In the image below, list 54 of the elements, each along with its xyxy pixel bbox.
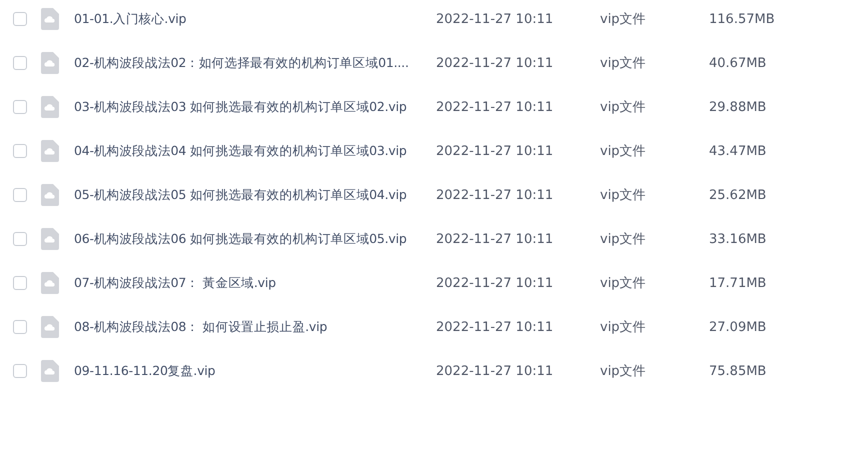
checkbox[interactable] bbox=[13, 276, 27, 290]
file-icon bbox=[41, 228, 59, 250]
file-size: 116.57MB bbox=[709, 12, 775, 26]
file-name[interactable]: 04-机构波段战法04 如何挑选最有效的机构订单区域03.vip bbox=[74, 142, 436, 160]
checkbox[interactable] bbox=[13, 232, 27, 246]
file-size: 75.85MB bbox=[709, 364, 766, 378]
file-icon bbox=[41, 316, 59, 338]
file-type: vip文件 bbox=[600, 11, 647, 28]
file-type: vip文件 bbox=[600, 55, 647, 72]
modified-date: 2022-11-27 10:11 bbox=[436, 364, 554, 378]
file-size: 29.88MB bbox=[709, 100, 766, 114]
file-icon bbox=[41, 360, 59, 382]
file-type: vip文件 bbox=[600, 187, 647, 204]
file-name[interactable]: 03-机构波段战法03 如何挑选最有效的机构订单区域02.vip bbox=[74, 98, 436, 116]
file-name[interactable]: 07-机构波段战法07： 黃金区域.vip bbox=[74, 274, 436, 292]
modified-date: 2022-11-27 10:11 bbox=[436, 320, 554, 334]
file-size: 27.09MB bbox=[709, 320, 766, 334]
file-name[interactable]: 05-机构波段战法05 如何挑选最有效的机构订单区域04.vip bbox=[74, 186, 436, 204]
file-icon bbox=[41, 52, 59, 74]
file-type: vip文件 bbox=[600, 143, 647, 160]
file-name[interactable]: 01-01.入门核心.vip bbox=[74, 10, 436, 28]
file-name[interactable]: 06-机构波段战法06 如何挑选最有效的机构订单区域05.vip bbox=[74, 230, 436, 248]
modified-date: 2022-11-27 10:11 bbox=[436, 144, 554, 158]
file-icon bbox=[41, 184, 59, 206]
file-name[interactable]: 08-机构波段战法08： 如何设置止损止盈.vip bbox=[74, 318, 436, 336]
modified-date: 2022-11-27 10:11 bbox=[436, 276, 554, 290]
checkbox[interactable] bbox=[13, 364, 27, 378]
modified-date: 2022-11-27 10:11 bbox=[436, 12, 554, 26]
checkbox[interactable] bbox=[13, 188, 27, 202]
file-icon bbox=[41, 140, 59, 162]
file-size: 43.47MB bbox=[709, 144, 766, 158]
checkbox[interactable] bbox=[13, 320, 27, 334]
file-type: vip文件 bbox=[600, 363, 647, 380]
file-icon bbox=[41, 96, 59, 118]
file-type: vip文件 bbox=[600, 319, 647, 336]
file-type: vip文件 bbox=[600, 231, 647, 248]
file-icon bbox=[41, 272, 59, 294]
checkbox[interactable] bbox=[13, 100, 27, 114]
file-size: 33.16MB bbox=[709, 232, 766, 246]
file-name[interactable]: 09-11.16-11.20复盘.vip bbox=[74, 362, 436, 380]
modified-date: 2022-11-27 10:11 bbox=[436, 100, 554, 114]
file-type: vip文件 bbox=[600, 99, 647, 116]
modified-date: 2022-11-27 10:11 bbox=[436, 232, 554, 246]
file-size: 25.62MB bbox=[709, 188, 766, 202]
modified-date: 2022-11-27 10:11 bbox=[436, 56, 554, 70]
file-name[interactable]: 02-机构波段战法02：如何选择最有效的机构订单区域01.... bbox=[74, 54, 436, 72]
checkbox[interactable] bbox=[13, 56, 27, 70]
checkbox[interactable] bbox=[13, 12, 27, 26]
file-size: 40.67MB bbox=[709, 56, 766, 70]
file-size: 17.71MB bbox=[709, 276, 766, 290]
checkbox[interactable] bbox=[13, 144, 27, 158]
modified-date: 2022-11-27 10:11 bbox=[436, 188, 554, 202]
file-type: vip文件 bbox=[600, 275, 647, 292]
file-icon bbox=[41, 8, 59, 30]
